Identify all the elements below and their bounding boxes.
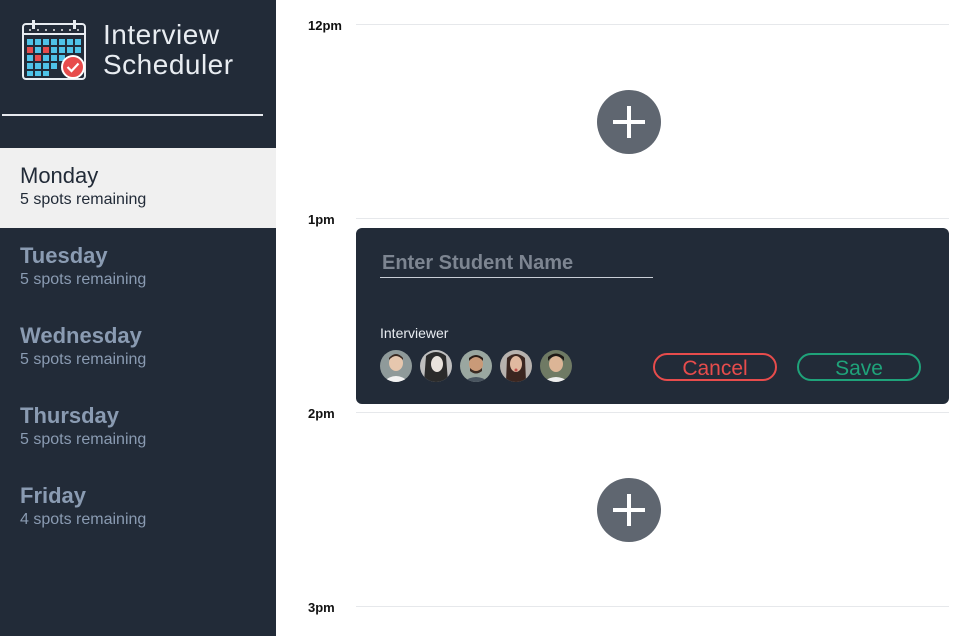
day-spots: 5 spots remaining bbox=[20, 271, 147, 288]
time-label-3pm: 3pm bbox=[308, 600, 335, 615]
day-list: Monday 5 spots remaining Tuesday 5 spots… bbox=[0, 148, 276, 548]
day-name: Thursday bbox=[20, 403, 120, 428]
time-divider bbox=[356, 606, 949, 607]
appointment-form: Interviewer bbox=[356, 228, 949, 404]
day-item-wednesday[interactable]: Wednesday 5 spots remaining bbox=[0, 308, 276, 388]
add-appointment-button[interactable] bbox=[597, 478, 661, 542]
day-spots: 4 spots remaining bbox=[20, 511, 147, 528]
interviewer-avatar[interactable] bbox=[500, 350, 532, 382]
cancel-button[interactable]: Cancel bbox=[653, 353, 777, 381]
day-item-tuesday[interactable]: Tuesday 5 spots remaining bbox=[0, 228, 276, 308]
time-divider bbox=[356, 412, 949, 413]
day-item-thursday[interactable]: Thursday 5 spots remaining bbox=[0, 388, 276, 468]
calendar-logo-icon bbox=[22, 20, 86, 80]
time-divider bbox=[356, 24, 949, 25]
app-title-line-1: Interview bbox=[103, 19, 220, 50]
save-button[interactable]: Save bbox=[797, 353, 921, 381]
add-appointment-button[interactable] bbox=[597, 90, 661, 154]
day-name: Wednesday bbox=[20, 323, 142, 348]
day-item-friday[interactable]: Friday 4 spots remaining bbox=[0, 468, 276, 548]
time-label-2pm: 2pm bbox=[308, 406, 335, 421]
interviewer-avatar[interactable] bbox=[380, 350, 412, 382]
day-spots: 5 spots remaining bbox=[20, 431, 147, 448]
sidebar: Interview Scheduler Monday 5 spots remai… bbox=[0, 0, 276, 636]
time-label-1pm: 1pm bbox=[308, 212, 335, 227]
interviewer-avatar[interactable] bbox=[460, 350, 492, 382]
day-name: Friday bbox=[20, 483, 87, 508]
schedule: 12pm 1pm Interviewer bbox=[276, 0, 973, 636]
time-divider bbox=[356, 218, 949, 219]
day-spots: 5 spots remaining bbox=[20, 351, 147, 368]
day-name: Tuesday bbox=[20, 243, 108, 268]
interviewer-label: Interviewer bbox=[380, 325, 449, 341]
interviewer-avatar[interactable] bbox=[540, 350, 572, 382]
app-title: Interview Scheduler bbox=[103, 20, 234, 80]
app-title-line-2: Scheduler bbox=[103, 49, 234, 80]
student-name-input[interactable] bbox=[380, 250, 653, 278]
day-spots: 5 spots remaining bbox=[20, 191, 147, 208]
day-name: Monday bbox=[20, 163, 99, 188]
day-item-monday[interactable]: Monday 5 spots remaining bbox=[0, 148, 276, 228]
time-label-12pm: 12pm bbox=[308, 18, 342, 33]
sidebar-divider bbox=[2, 114, 263, 116]
interviewer-avatar[interactable] bbox=[420, 350, 452, 382]
